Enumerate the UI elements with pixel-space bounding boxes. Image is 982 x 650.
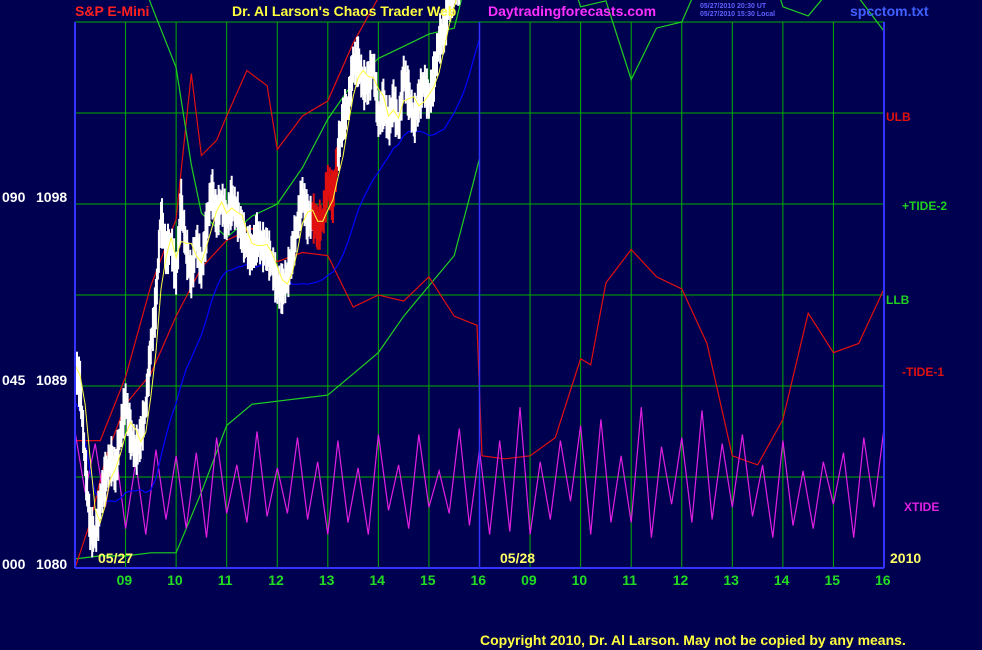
x-tick-label: 13 (723, 572, 739, 588)
copyright-notice: Copyright 2010, Dr. Al Larson. May not b… (480, 632, 906, 648)
x-tick-label: 15 (824, 572, 841, 588)
year-label: 2010 (890, 550, 922, 566)
timestamp-ut: 05/27/2010 20:30 UT (700, 3, 767, 10)
x-tick-label: 13 (318, 572, 335, 588)
site-link[interactable]: Daytradingforecasts.com (488, 3, 656, 19)
x-tick-label: 12 (672, 572, 689, 588)
x-tick-label: 14 (369, 572, 385, 588)
x-tick-label: 14 (773, 572, 790, 588)
x-tick-label: 16 (875, 572, 891, 588)
timestamp-local: 05/27/2010 15:30 Local (700, 11, 776, 18)
date-label-day1: 05/27 (98, 550, 134, 566)
x-tick-label: 11 (217, 572, 233, 588)
page-title: Dr. Al Larson's Chaos Trader Web (232, 3, 457, 19)
series-label-xtide: XTIDE (904, 500, 940, 514)
y-tick-label-top: 1098 (36, 189, 68, 205)
x-tick-label: 09 (521, 572, 537, 588)
x-tick-label: 16 (470, 572, 487, 588)
x-tick-label: 15 (419, 572, 436, 588)
y-scale-label-bottom: 000 (2, 556, 26, 572)
x-tick-label: 10 (167, 572, 183, 588)
series-label-ulb: ULB (886, 110, 911, 124)
date-label-day2: 05/28 (500, 550, 536, 566)
y-tick-label-bottom: 1080 (36, 556, 68, 572)
series-label-llb: LLB (886, 293, 910, 307)
chaos-chart (74, 0, 885, 569)
x-tick-label: 11 (622, 572, 637, 588)
y-scale-label-top: 090 (2, 189, 26, 205)
y-tick-label-mid: 1089 (36, 372, 68, 388)
x-tick-label: 09 (116, 572, 133, 588)
series-label-tide2: +TIDE-2 (902, 199, 948, 213)
y-scale-label-mid: 045 (2, 372, 26, 388)
series-label-tide1: -TIDE-1 (902, 365, 944, 379)
symbol-label: S&P E-Mini (75, 3, 150, 19)
file-name: spcctom.txt (850, 3, 929, 19)
x-tick-label: 12 (268, 572, 284, 588)
x-tick-label: 10 (571, 572, 588, 588)
